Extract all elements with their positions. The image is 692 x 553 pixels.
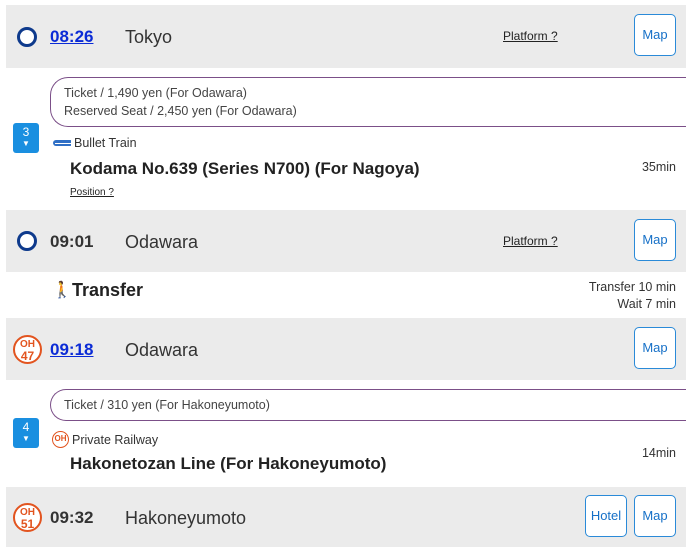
segment-shinkansen: Ticket / 1,490 yen (For Odawara) Reserve… — [6, 68, 686, 210]
badge-station-number: 47 — [20, 349, 35, 363]
map-button[interactable]: Map — [634, 14, 676, 56]
car-number: 3 — [22, 125, 30, 139]
bullet-train-icon — [53, 139, 71, 148]
oh-line-icon: OH — [52, 431, 69, 448]
walking-person-icon: 🚶 — [52, 282, 72, 299]
badge-station-number: 51 — [20, 517, 35, 531]
fare-box: Ticket / 1,490 yen (For Odawara) Reserve… — [50, 77, 686, 127]
transfer-time: Transfer 10 min — [588, 280, 676, 294]
map-button[interactable]: Map — [634, 219, 676, 261]
departure-time-link[interactable]: 09:18 — [50, 340, 93, 360]
station-row-tokyo: 08:26 Tokyo Platform ? Map — [6, 5, 686, 68]
station-row-hakoneyumoto: OH 51 09:32 Hakoneyumoto Hotel Map — [6, 487, 686, 547]
travel-duration: 35min — [641, 160, 676, 174]
platform-link[interactable]: Platform ? — [503, 234, 558, 248]
service-type: OH Private Railway — [52, 431, 158, 448]
down-arrow-icon: ▼ — [22, 434, 30, 443]
station-name: Odawara — [125, 340, 199, 360]
transfer-section: 🚶 Transfer Transfer 10 min Wait 7 min — [6, 272, 686, 318]
fare-ticket: Ticket / 310 yen (For Hakoneyumoto) — [64, 398, 270, 412]
station-number-badge: OH 47 — [13, 335, 42, 364]
map-button[interactable]: Map — [634, 327, 676, 369]
platform-link[interactable]: Platform ? — [503, 29, 558, 43]
transfer-times: Transfer 10 min Wait 7 min — [589, 279, 676, 313]
train-name: Hakonetozan Line (For Hakoneyumoto) — [70, 454, 387, 473]
fare-box: Ticket / 310 yen (For Hakoneyumoto) — [50, 389, 686, 421]
car-number: 4 — [22, 420, 30, 434]
train-name: Kodama No.639 (Series N700) (For Nagoya) — [70, 159, 420, 178]
station-name: Odawara — [125, 232, 199, 252]
station-row-odawara-arrival: 09:01 Odawara Platform ? Map — [6, 210, 686, 272]
travel-duration: 14min — [641, 446, 676, 460]
station-number-badge: OH 51 — [13, 503, 42, 532]
station-name: Hakoneyumoto — [125, 508, 247, 528]
fare-reserved-seat: Reserved Seat / 2,450 yen (For Odawara) — [64, 104, 297, 118]
station-node-icon — [17, 27, 37, 47]
service-type: Bullet Train — [53, 136, 137, 150]
car-number-badge: 4 ▼ — [13, 418, 39, 448]
arrival-time: 09:01 — [50, 232, 94, 251]
station-node-icon — [17, 231, 37, 251]
wait-time: Wait 7 min — [617, 297, 676, 311]
hotel-button[interactable]: Hotel — [585, 495, 627, 537]
service-type-label: Bullet Train — [74, 136, 137, 150]
fare-ticket: Ticket / 1,490 yen (For Odawara) — [64, 86, 247, 100]
position-link[interactable]: Position ? — [70, 187, 114, 198]
down-arrow-icon: ▼ — [22, 139, 30, 148]
transfer-label: Transfer — [72, 280, 144, 300]
service-type-label: Private Railway — [72, 432, 159, 447]
car-number-badge: 3 ▼ — [13, 123, 39, 153]
segment-hakonetozan: Ticket / 310 yen (For Hakoneyumoto) 4 ▼ … — [6, 380, 686, 487]
station-name: Tokyo — [125, 27, 173, 47]
arrival-time: 09:32 — [50, 508, 94, 527]
station-row-odawara-departure: OH 47 09:18 Odawara Map — [6, 318, 686, 380]
departure-time-link[interactable]: 08:26 — [50, 27, 93, 47]
map-button[interactable]: Map — [634, 495, 676, 537]
